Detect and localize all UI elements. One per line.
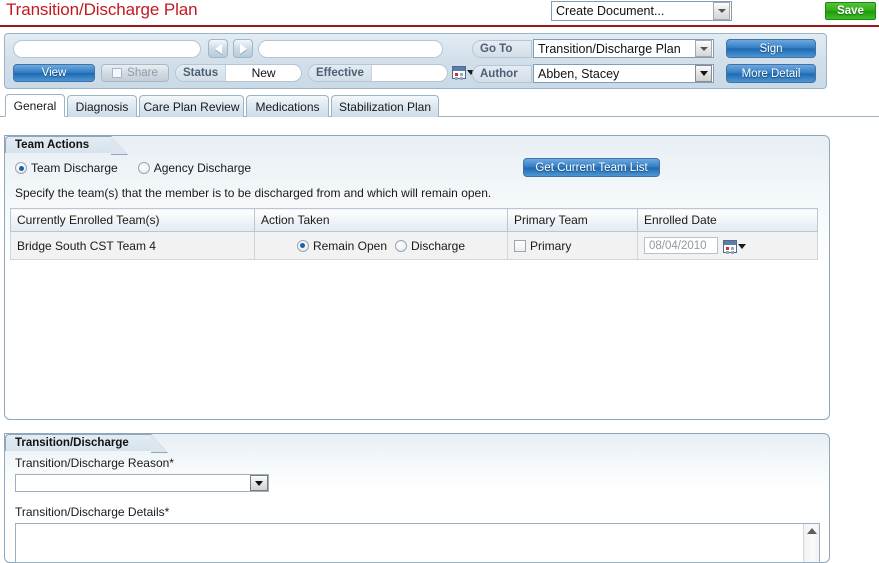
toolbar-right-input[interactable]: [258, 40, 443, 58]
share-label: Share: [127, 67, 158, 79]
author-value: Abben, Stacey: [538, 66, 620, 81]
checkbox-primary[interactable]: [514, 239, 526, 252]
discharge-type-radio-group: Team Discharge Agency Discharge: [15, 161, 251, 175]
status-label: Status: [176, 65, 227, 81]
goto-select[interactable]: Transition/Discharge Plan: [533, 39, 714, 58]
transition-discharge-panel-title: Transition/Discharge: [5, 434, 168, 453]
forward-button[interactable]: [233, 39, 253, 58]
radio-team-discharge-label: Team Discharge: [31, 161, 118, 175]
radio-agency-discharge-label: Agency Discharge: [153, 161, 252, 175]
effective-label: Effective: [309, 65, 372, 81]
app-header: Transition/Discharge Plan Create Documen…: [0, 0, 879, 27]
status-value: New: [251, 66, 276, 80]
column-header-action-taken: Action Taken: [254, 208, 508, 232]
section-tabs: General Diagnosis Care Plan Review Medic…: [0, 94, 879, 117]
radio-team-discharge[interactable]: [15, 162, 27, 174]
calendar-icon: [452, 66, 466, 80]
team-actions-panel: Team Actions Team Discharge Agency Disch…: [4, 135, 830, 420]
create-document-value: Create Document...: [556, 4, 665, 18]
save-button[interactable]: Save: [825, 2, 876, 20]
reason-label: Transition/Discharge Reason*: [15, 456, 174, 470]
arrow-left-icon: [214, 43, 222, 54]
details-textarea-body[interactable]: [16, 524, 803, 562]
table-header-row: Currently Enrolled Team(s) Action Taken …: [10, 208, 818, 232]
details-scrollbar[interactable]: [803, 524, 819, 562]
goto-value: Transition/Discharge Plan: [538, 41, 681, 56]
tab-stabilization-plan[interactable]: Stabilization Plan: [331, 95, 439, 117]
cell-enrolled-date: 08/04/2010: [637, 231, 818, 260]
toolbar-left-input[interactable]: [13, 40, 201, 58]
primary-checkbox-wrap: Primary: [514, 239, 631, 253]
create-document-select[interactable]: Create Document...: [551, 1, 732, 21]
team-actions-instructions: Specify the team(s) that the member is t…: [15, 186, 492, 200]
author-select[interactable]: Abben, Stacey: [533, 64, 714, 83]
chevron-down-icon[interactable]: [695, 40, 712, 57]
cell-action-taken: Remain Open Discharge: [254, 231, 508, 260]
transition-discharge-panel: Transition/Discharge Transition/Discharg…: [4, 433, 830, 563]
panel-title-text: Transition/Discharge: [15, 437, 129, 449]
column-header-enrolled-date: Enrolled Date: [637, 208, 818, 232]
author-label-pill: Author: [472, 65, 532, 83]
effective-field[interactable]: Effective: [308, 64, 448, 82]
radio-discharge[interactable]: [395, 239, 407, 252]
more-detail-button[interactable]: More Detail: [726, 64, 816, 83]
column-header-primary-team: Primary Team: [507, 208, 638, 232]
reason-select[interactable]: [15, 474, 269, 492]
author-label: Author: [473, 66, 531, 82]
scroll-up-icon[interactable]: [806, 528, 817, 534]
page-title: Transition/Discharge Plan: [6, 0, 198, 19]
details-textarea[interactable]: [15, 523, 820, 563]
sign-button[interactable]: Sign: [726, 39, 816, 58]
chevron-down-icon: [738, 243, 746, 249]
panel-tab-edge: [111, 136, 129, 155]
document-toolbar: View Share Status New Effective Go To Tr…: [4, 33, 827, 89]
enrolled-date-calendar-picker[interactable]: [723, 238, 746, 253]
radio-agency-discharge[interactable]: [137, 162, 150, 174]
arrow-right-icon: [239, 43, 247, 54]
column-header-team: Currently Enrolled Team(s): [10, 208, 255, 232]
details-label: Transition/Discharge Details*: [15, 505, 170, 519]
radio-discharge-label: Discharge: [411, 238, 466, 253]
table-row: Bridge South CST Team 4 Remain Open Disc…: [10, 231, 818, 260]
chevron-down-icon[interactable]: [713, 2, 730, 20]
tab-care-plan-review[interactable]: Care Plan Review: [139, 95, 244, 117]
chevron-down-icon[interactable]: [695, 65, 712, 82]
goto-label-pill: Go To: [472, 40, 532, 58]
cell-team-name: Bridge South CST Team 4: [10, 231, 255, 260]
action-radio-group: Remain Open Discharge: [261, 239, 501, 253]
enrolled-date-input[interactable]: 08/04/2010: [644, 237, 718, 254]
chevron-down-icon[interactable]: [250, 475, 268, 491]
radio-remain-open[interactable]: [296, 239, 309, 252]
share-checkbox-icon: [112, 68, 123, 78]
radio-remain-open-label: Remain Open: [312, 238, 387, 253]
share-button[interactable]: Share: [101, 64, 169, 82]
team-actions-panel-title: Team Actions: [5, 136, 129, 155]
tab-diagnosis[interactable]: Diagnosis: [67, 95, 137, 117]
enrolled-teams-table: Currently Enrolled Team(s) Action Taken …: [10, 208, 818, 260]
cell-primary-team: Primary: [507, 231, 638, 260]
status-field: Status New: [175, 64, 302, 82]
get-current-team-list-button[interactable]: Get Current Team List: [523, 158, 660, 177]
calendar-icon: [723, 239, 737, 253]
tab-medications[interactable]: Medications: [246, 95, 329, 117]
view-button[interactable]: View: [13, 64, 95, 82]
back-button[interactable]: [208, 39, 228, 58]
panel-title-text: Team Actions: [15, 139, 90, 151]
panel-tab-edge: [150, 434, 168, 453]
enrolled-date-wrap: 08/04/2010: [644, 237, 811, 254]
goto-label: Go To: [473, 41, 531, 57]
checkbox-primary-label: Primary: [530, 238, 572, 253]
tab-general[interactable]: General: [5, 94, 65, 117]
